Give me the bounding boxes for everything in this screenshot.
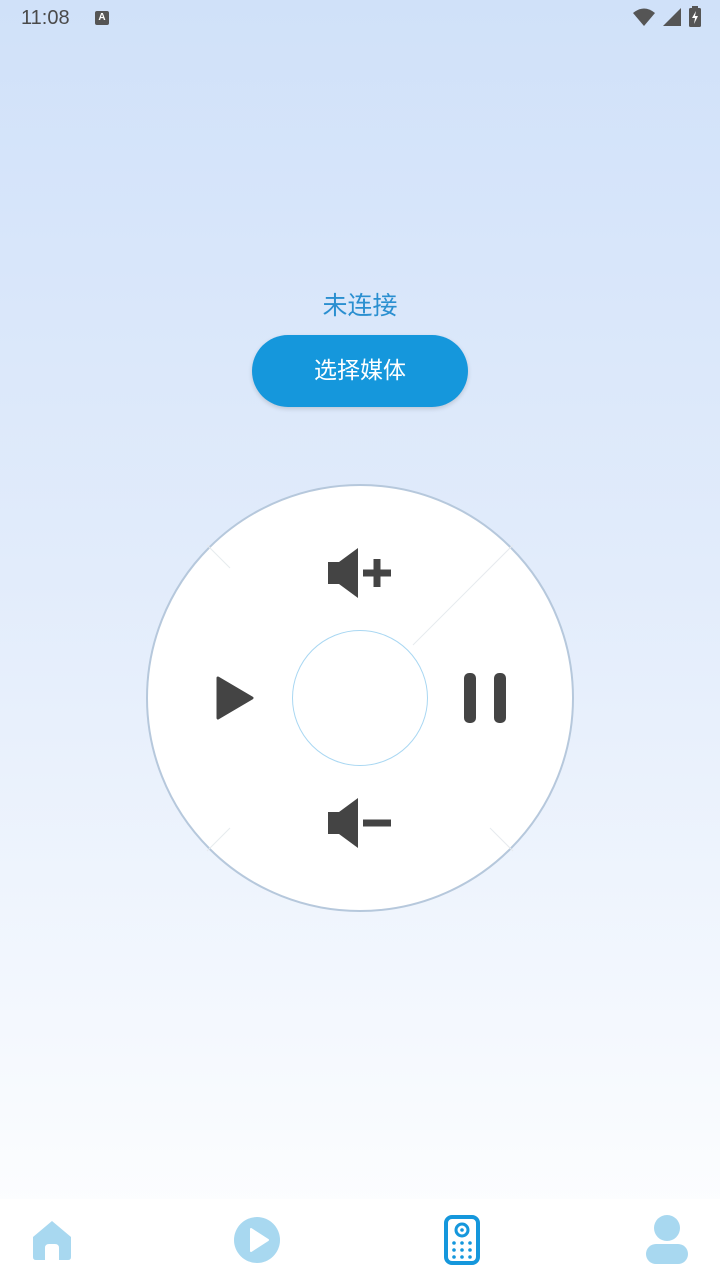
status-icons	[632, 6, 702, 28]
play-button[interactable]	[190, 658, 280, 738]
nav-item-home[interactable]	[12, 1199, 92, 1280]
play-circle-icon	[234, 1216, 280, 1263]
nav-item-play[interactable]	[217, 1199, 297, 1280]
volume-down-button[interactable]	[310, 783, 410, 863]
volume-up-button[interactable]	[310, 533, 410, 613]
status-bar: 11:08 A	[0, 0, 720, 38]
volume-down-icon	[328, 798, 391, 848]
pause-button[interactable]	[440, 658, 530, 738]
ok-button[interactable]	[292, 630, 428, 766]
cellular-signal-icon	[663, 8, 681, 26]
profile-icon	[646, 1214, 688, 1264]
remote-dial	[145, 483, 575, 913]
remote-control-icon	[444, 1214, 480, 1265]
wifi-icon	[633, 8, 655, 26]
select-media-button[interactable]: 选择媒体	[252, 335, 468, 407]
home-icon	[33, 1220, 71, 1260]
bottom-nav	[0, 1199, 720, 1280]
connection-status-text: 未连接	[322, 291, 398, 320]
nav-item-profile[interactable]	[627, 1199, 707, 1280]
battery-charging-icon	[689, 6, 701, 27]
volume-up-icon	[328, 548, 391, 598]
notification-a-icon: A	[95, 11, 109, 25]
status-time: 11:08	[21, 7, 70, 29]
play-icon	[216, 676, 254, 720]
pause-icon	[464, 673, 506, 723]
nav-item-remote[interactable]	[422, 1199, 502, 1280]
